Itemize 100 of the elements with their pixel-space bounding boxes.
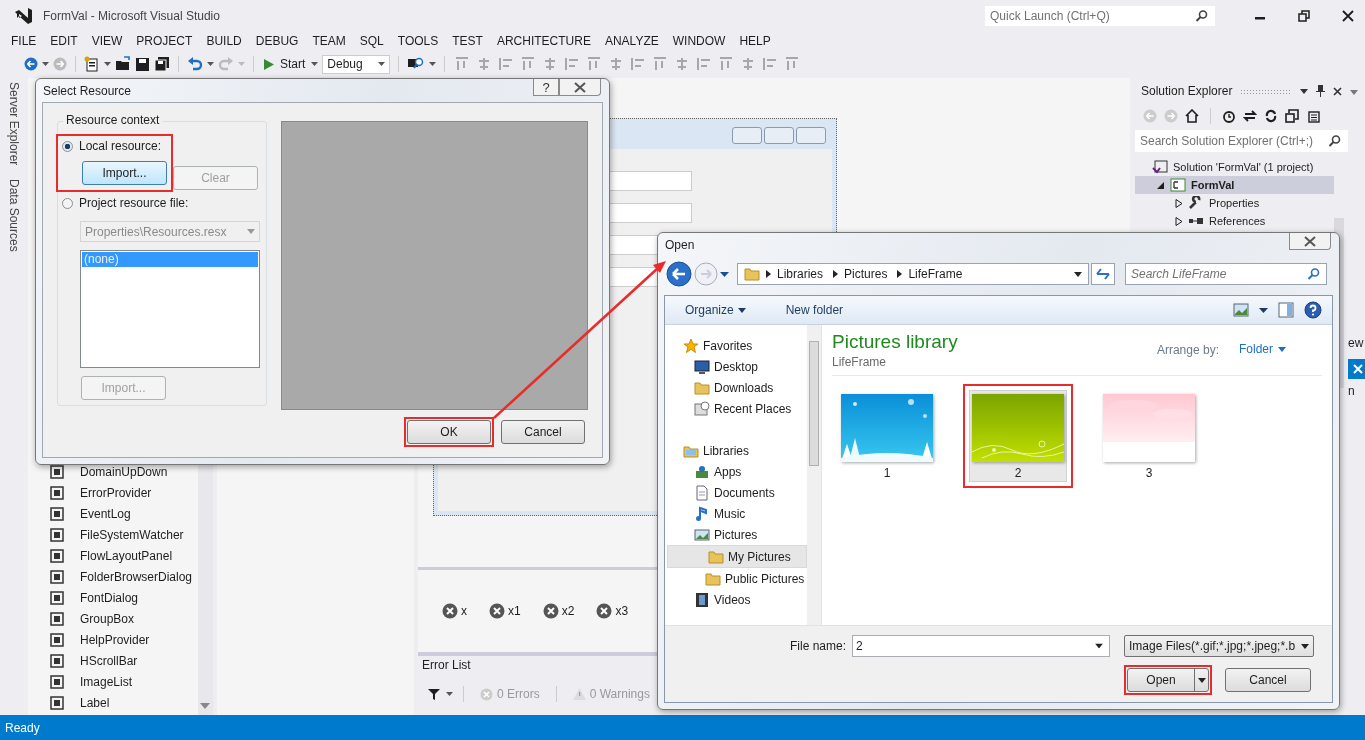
menu-item[interactable]: TOOLS — [390, 34, 446, 48]
menu-item[interactable]: BUILD — [199, 34, 249, 48]
caret-icon[interactable] — [720, 271, 729, 277]
toolbox-item[interactable]: HScrollBar — [28, 650, 198, 671]
tree-item[interactable]: Solution 'FormVal' (1 project) — [1135, 158, 1334, 176]
menu-item[interactable]: ARCHITECTURE — [489, 34, 598, 48]
refresh-icon[interactable] — [1264, 109, 1278, 123]
menu-item[interactable]: VIEW — [84, 34, 130, 48]
address-bar[interactable]: Libraries Pictures LifeFrame — [737, 263, 1089, 285]
menu-item[interactable]: FILE — [4, 34, 44, 48]
open-file-icon[interactable] — [115, 56, 131, 72]
error-provider-icon[interactable] — [596, 603, 613, 619]
ok-button[interactable]: OK — [407, 420, 491, 444]
close-button[interactable] — [1289, 233, 1331, 250]
error-provider-icon[interactable] — [442, 603, 458, 619]
component-name[interactable]: x2 — [561, 604, 575, 618]
navigation-item[interactable]: Apps — [665, 461, 807, 482]
tree-item[interactable]: Properties — [1135, 194, 1334, 212]
navigation-item[interactable]: Music — [665, 503, 807, 524]
file-type-dropdown[interactable]: Image Files(*.gif;*.jpg;*.jpeg;*.b — [1124, 635, 1314, 657]
search-field[interactable]: Search LifeFrame — [1125, 263, 1327, 285]
menu-item[interactable]: DEBUG — [248, 34, 306, 48]
navigation-item[interactable]: Desktop — [665, 356, 807, 377]
refresh-button[interactable] — [1091, 263, 1115, 285]
menu-item[interactable]: SQL — [352, 34, 391, 48]
caret-icon[interactable] — [1095, 643, 1103, 649]
caret-icon[interactable] — [311, 62, 319, 66]
toolbox-item[interactable]: HelpProvider — [28, 629, 198, 650]
toolbox-item[interactable]: FontDialog — [28, 587, 198, 608]
toolbox-item[interactable]: DomainUpDown — [28, 461, 198, 482]
menu-item[interactable]: WINDOW — [665, 34, 733, 48]
start-button[interactable]: Start — [262, 57, 308, 71]
thumbnail-tile[interactable]: 3 — [1100, 390, 1198, 482]
toolbox-item[interactable]: EventLog — [28, 503, 198, 524]
close-icon[interactable] — [1342, 10, 1354, 22]
help-button[interactable]: ? — [533, 79, 559, 96]
caret-icon[interactable] — [446, 692, 453, 696]
open-button[interactable]: Open — [1127, 668, 1209, 692]
chevron-right-icon[interactable] — [833, 270, 839, 278]
cancel-button[interactable]: Cancel — [1225, 668, 1311, 692]
navigation-item[interactable]: Documents — [665, 482, 807, 503]
undo-icon[interactable] — [187, 57, 203, 71]
cancel-button[interactable]: Cancel — [501, 420, 585, 444]
toolbox-item[interactable]: ImageList — [28, 671, 198, 692]
save-all-icon[interactable] — [154, 56, 170, 72]
caret-icon[interactable] — [104, 62, 111, 66]
restore-icon[interactable] — [1298, 10, 1310, 22]
scrollbar[interactable] — [807, 325, 821, 625]
menu-item[interactable]: HELP — [732, 34, 778, 48]
navigation-item[interactable]: Favorites — [665, 335, 807, 356]
thumbnail-tile[interactable]: 1 — [838, 390, 936, 482]
breadcrumb[interactable]: LifeFrame — [908, 267, 963, 281]
toolbox-item[interactable]: ErrorProvider — [28, 482, 198, 503]
caret-icon[interactable] — [1074, 271, 1082, 277]
breadcrumb[interactable]: Libraries — [777, 267, 824, 281]
caret-icon[interactable] — [429, 62, 437, 66]
close-icon[interactable] — [1333, 86, 1342, 96]
menu-item[interactable]: ANALYZE — [597, 34, 666, 48]
caret-icon[interactable] — [42, 62, 49, 66]
search-field[interactable]: Search Solution Explorer (Ctrl+;) — [1135, 130, 1348, 152]
collapsed-arrow-icon[interactable] — [1175, 198, 1183, 208]
new-folder-button[interactable]: New folder — [779, 302, 850, 318]
component-name[interactable]: x3 — [615, 604, 629, 618]
collapse-icon[interactable] — [1285, 109, 1299, 123]
caret-icon[interactable] — [1259, 307, 1268, 313]
home-icon[interactable] — [1185, 109, 1199, 123]
new-project-icon[interactable] — [84, 56, 100, 72]
navigation-item[interactable]: My Pictures — [667, 545, 807, 568]
navigation-item[interactable]: Videos — [665, 589, 807, 610]
navigation-item[interactable]: Pictures — [665, 524, 807, 545]
close-button[interactable] — [559, 79, 601, 96]
chevron-right-icon[interactable] — [897, 270, 903, 278]
caret-icon[interactable] — [207, 62, 214, 66]
menu-item[interactable]: TEST — [445, 34, 490, 48]
tree-item[interactable]: FormVal — [1135, 176, 1334, 194]
error-provider-icon[interactable] — [489, 603, 505, 619]
radio-option[interactable]: Local resource: — [62, 139, 162, 153]
arrange-dropdown[interactable]: Folder — [1233, 341, 1292, 357]
breadcrumb[interactable]: Pictures — [844, 267, 888, 281]
tree-item[interactable]: References — [1135, 212, 1334, 230]
back-icon[interactable] — [24, 57, 38, 71]
menu-item[interactable]: TEAM — [305, 34, 353, 48]
clock-icon[interactable] — [1222, 109, 1236, 123]
save-icon[interactable] — [135, 56, 150, 72]
help-icon[interactable] — [1304, 301, 1322, 319]
quick-launch-field[interactable]: Quick Launch (Ctrl+Q) — [985, 6, 1215, 26]
caret-icon[interactable] — [1300, 88, 1308, 94]
import-button[interactable]: Import... — [82, 161, 167, 185]
chevron-right-icon[interactable] — [766, 270, 771, 278]
scroll-down-arrow-icon[interactable] — [200, 703, 210, 709]
toolbox-item[interactable]: GroupBox — [28, 608, 198, 629]
back-icon[interactable] — [666, 261, 692, 287]
expanded-arrow-icon[interactable] — [1157, 180, 1165, 190]
navigation-item[interactable]: Public Pictures — [665, 568, 807, 589]
menu-item[interactable]: EDIT — [43, 34, 85, 48]
filter-icon[interactable] — [428, 688, 440, 700]
toolbox-item[interactable]: FolderBrowserDialog — [28, 566, 198, 587]
navigation-item[interactable]: Recent Places — [665, 398, 807, 419]
error-provider-icon[interactable] — [542, 603, 559, 619]
sync-icon[interactable] — [1243, 109, 1257, 123]
